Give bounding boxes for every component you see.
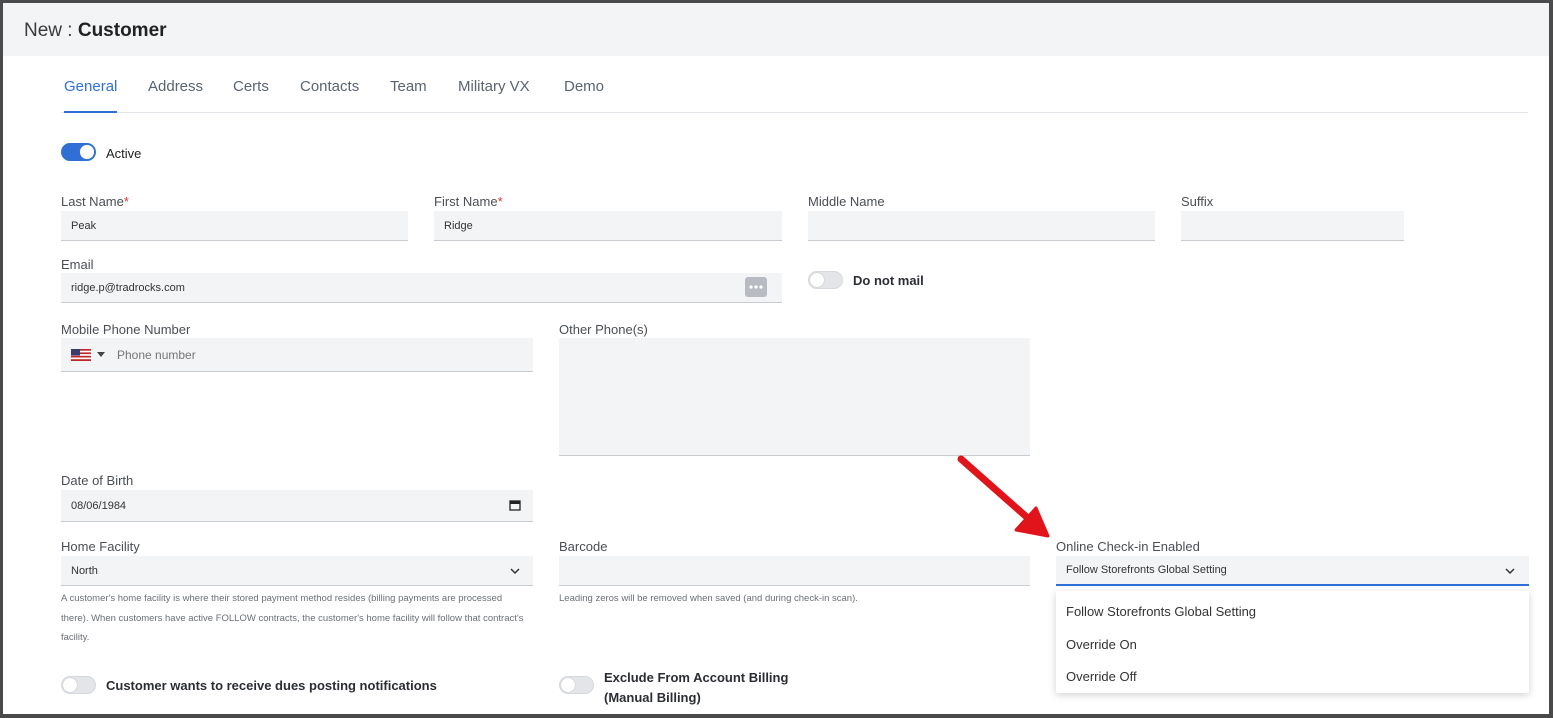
option-override-off[interactable]: Override Off	[1066, 669, 1137, 684]
home-facility-value: North	[71, 564, 98, 577]
dues-notifications-label: Customer wants to receive dues posting n…	[106, 678, 437, 693]
mobile-phone-field	[61, 338, 533, 372]
caret-down-icon[interactable]	[97, 352, 105, 357]
tab-bar: General Address Certs Contacts Team Mili…	[61, 59, 1528, 113]
first-name-input[interactable]: Ridge	[434, 211, 782, 241]
exclude-billing-label: Exclude From Account Billing (Manual Bil…	[604, 670, 789, 705]
tab-team[interactable]: Team	[390, 59, 427, 113]
option-follow-global[interactable]: Follow Storefronts Global Setting	[1066, 604, 1256, 619]
email-value: ridge.p@tradrocks.com	[71, 281, 185, 294]
tab-demo[interactable]: Demo	[564, 59, 604, 113]
barcode-input[interactable]	[559, 556, 1030, 586]
tab-general[interactable]: General	[64, 59, 118, 113]
tab-certs[interactable]: Certs	[233, 59, 269, 113]
dob-value: 08/06/1984	[71, 499, 127, 512]
tab-address[interactable]: Address	[148, 59, 203, 113]
first-name-label: First Name*	[434, 194, 503, 209]
chevron-down-icon	[510, 568, 520, 575]
calendar-icon[interactable]	[509, 499, 521, 511]
password-manager-icon[interactable]	[745, 277, 767, 297]
us-flag-icon[interactable]	[71, 349, 91, 361]
tab-military-vx[interactable]: Military VX	[458, 59, 530, 113]
toggle-knob	[810, 273, 824, 287]
toggle-knob	[63, 678, 77, 692]
barcode-label: Barcode	[559, 539, 608, 554]
home-facility-select[interactable]: North	[61, 556, 533, 586]
dues-notifications-toggle[interactable]	[61, 676, 96, 694]
home-facility-help: A customer's home facility is where thei…	[61, 593, 524, 643]
do-not-mail-label: Do not mail	[853, 273, 924, 288]
tab-contacts[interactable]: Contacts	[300, 59, 359, 113]
home-facility-label: Home Facility	[61, 539, 140, 554]
middle-name-input[interactable]	[808, 211, 1155, 241]
customer-form-window: New : Customer General Address Certs Con…	[0, 0, 1553, 718]
online-checkin-value: Follow Storefronts Global Setting	[1066, 564, 1227, 576]
active-toggle[interactable]	[61, 143, 96, 161]
flag-graphic	[71, 349, 91, 361]
email-label: Email	[61, 257, 94, 272]
dots-glyph	[749, 285, 763, 289]
suffix-label: Suffix	[1181, 194, 1214, 209]
other-phones-textarea[interactable]	[559, 338, 1030, 456]
mobile-phone-label: Mobile Phone Number	[61, 322, 191, 337]
barcode-help: Leading zeros will be removed when saved…	[559, 593, 858, 604]
other-phones-label: Other Phone(s)	[559, 322, 648, 337]
page-title: New : Customer	[24, 20, 167, 41]
middle-name-label: Middle Name	[808, 194, 885, 209]
page-header: New : Customer	[3, 3, 1549, 56]
toggle-knob	[561, 678, 575, 692]
last-name-input[interactable]: Peak	[61, 211, 408, 241]
online-checkin-label: Online Check-in Enabled	[1056, 539, 1200, 554]
online-checkin-dropdown: Follow Storefronts Global Setting Overri…	[1056, 591, 1529, 693]
suffix-input[interactable]	[1181, 211, 1404, 241]
do-not-mail-toggle[interactable]	[808, 271, 843, 289]
option-override-on[interactable]: Override On	[1066, 637, 1137, 652]
dob-input[interactable]: 08/06/1984	[61, 490, 533, 522]
dob-label: Date of Birth	[61, 473, 134, 488]
toggle-knob	[80, 145, 94, 159]
exclude-billing-toggle[interactable]	[559, 676, 594, 694]
online-checkin-select[interactable]: Follow Storefronts Global Setting	[1056, 556, 1529, 586]
chevron-down-icon	[1505, 568, 1515, 575]
mobile-phone-input[interactable]	[117, 338, 517, 372]
email-input[interactable]: ridge.p@tradrocks.com	[61, 273, 782, 303]
active-label: Active	[106, 146, 142, 161]
last-name-label: Last Name*	[61, 194, 129, 209]
annotation-arrow-icon	[957, 455, 1050, 538]
